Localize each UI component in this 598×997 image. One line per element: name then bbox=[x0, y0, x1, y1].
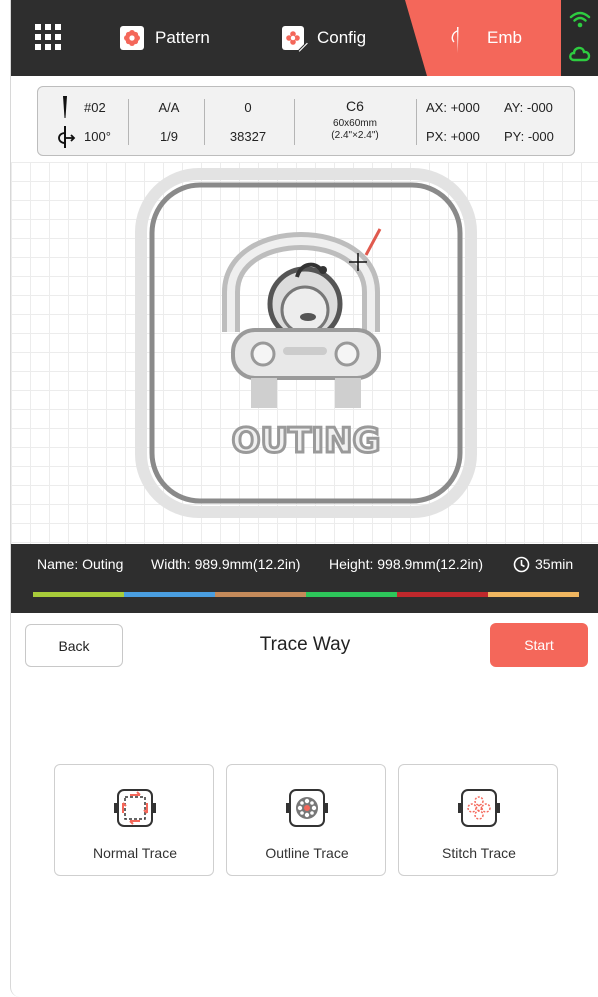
angle-value: 100° bbox=[84, 129, 111, 144]
clock-icon bbox=[513, 556, 530, 573]
top-bar: Pattern Config Emb bbox=[11, 0, 598, 76]
tab-emb-label: Emb bbox=[487, 28, 522, 47]
app-screen: Pattern Config Emb #02 100° A/A 1/9 0 38… bbox=[10, 0, 598, 997]
thread-color-4 bbox=[306, 592, 397, 597]
grid-menu-icon[interactable] bbox=[35, 24, 61, 50]
thread-color-5 bbox=[397, 592, 488, 597]
needle-icon bbox=[63, 96, 67, 118]
thread-color-bar bbox=[33, 592, 579, 597]
outline-trace-label: Outline Trace bbox=[265, 845, 349, 861]
normal-trace-label: Normal Trace bbox=[92, 845, 178, 861]
start-button[interactable]: Start bbox=[490, 623, 588, 667]
thread-color-1 bbox=[33, 592, 124, 597]
thread-color-6 bbox=[488, 592, 579, 597]
normal-trace-option[interactable]: Normal Trace bbox=[54, 764, 214, 876]
color-count: 1/9 bbox=[159, 129, 179, 144]
rotate-angle-icon bbox=[58, 126, 76, 148]
cloud-icon bbox=[569, 46, 591, 62]
ay-value: AY: -000 bbox=[504, 100, 553, 115]
tab-config[interactable]: Config bbox=[281, 0, 366, 76]
embroidery-canvas[interactable]: OUTING bbox=[11, 162, 598, 544]
tab-config-label: Config bbox=[317, 28, 367, 47]
design-height: Height: 998.9mm(12.2in) bbox=[329, 556, 484, 572]
px-value: PX: +000 bbox=[426, 129, 480, 144]
wifi-icon bbox=[569, 11, 591, 28]
machine-info-panel: #02 100° A/A 1/9 0 38327 C6 60x60mm (2.4… bbox=[37, 86, 575, 156]
stitch-trace-icon bbox=[458, 789, 500, 827]
tab-pattern-label: Pattern bbox=[155, 28, 210, 47]
design-text: OUTING bbox=[232, 421, 381, 461]
py-value: PY: -000 bbox=[504, 129, 554, 144]
stitch-trace-option[interactable]: Stitch Trace bbox=[398, 764, 558, 876]
design-time: 35min bbox=[535, 556, 574, 572]
embroidery-design: OUTING bbox=[222, 232, 382, 463]
normal-trace-icon bbox=[114, 789, 156, 827]
tab-emb[interactable]: Emb bbox=[405, 0, 561, 76]
thread-color-3 bbox=[215, 592, 306, 597]
needle-number: #02 bbox=[84, 100, 106, 115]
stitch-current: 0 bbox=[244, 100, 252, 115]
hoop-preview: OUTING bbox=[135, 168, 477, 518]
design-width: Width: 989.9mm(12.2in) bbox=[151, 556, 301, 572]
flower-edit-icon bbox=[281, 25, 310, 54]
tab-pattern[interactable]: Pattern bbox=[119, 0, 210, 76]
hoop-size-inches: (2.4"×2.4") bbox=[331, 130, 379, 141]
outline-trace-icon bbox=[286, 789, 328, 827]
needle-icon bbox=[443, 25, 469, 53]
thread-color-2 bbox=[124, 592, 215, 597]
flower-icon bbox=[119, 25, 145, 51]
hoop-code: C6 bbox=[346, 98, 364, 114]
needle-pointer bbox=[364, 228, 382, 256]
status-area bbox=[561, 0, 598, 76]
design-info-bar: Name: Outing Width: 989.9mm(12.2in) Heig… bbox=[11, 544, 598, 613]
stitch-trace-label: Stitch Trace bbox=[442, 845, 516, 861]
ax-value: AX: +000 bbox=[426, 100, 480, 115]
stitch-total: 38327 bbox=[229, 129, 267, 144]
color-sequence: A/A bbox=[158, 100, 180, 115]
hoop-size: 60x60mm bbox=[333, 118, 377, 129]
design-name: Name: Outing bbox=[37, 556, 124, 572]
outline-trace-option[interactable]: Outline Trace bbox=[226, 764, 386, 876]
